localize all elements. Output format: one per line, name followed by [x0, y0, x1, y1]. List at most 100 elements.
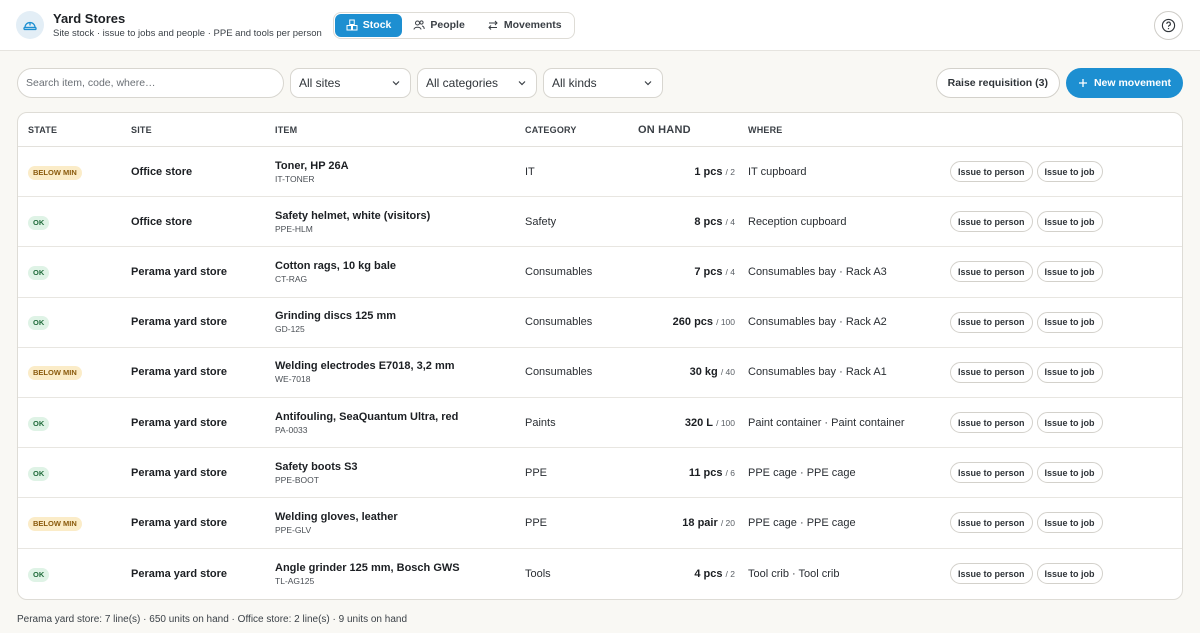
issue-to-job-button[interactable]: Issue to job	[1036, 261, 1103, 283]
site-cell: Perama yard store	[131, 416, 227, 429]
main-tabs: Stock People Movements	[332, 11, 575, 39]
on-hand-cell: 11 pcs / 6	[615, 467, 735, 479]
state-cell: BELOW MIN	[18, 164, 131, 180]
chevron-down-icon	[392, 81, 400, 86]
where-cell: Paint container · Paint container	[748, 416, 905, 429]
new-movement-label: New movement	[1093, 77, 1171, 89]
row-actions: Issue to person Issue to job	[945, 412, 1182, 434]
status-badge: BELOW MIN	[28, 366, 82, 381]
issue-to-job-button[interactable]: Issue to job	[1036, 211, 1103, 233]
issue-to-job-button[interactable]: Issue to job	[1036, 512, 1103, 534]
on-hand-qty: 320 L	[684, 416, 714, 429]
on-hand-qty: 8 pcs	[694, 215, 723, 228]
search-input[interactable]	[17, 68, 284, 98]
issue-to-job-button[interactable]: Issue to job	[1036, 412, 1103, 434]
issue-to-job-button[interactable]: Issue to job	[1036, 462, 1103, 484]
issue-to-person-button[interactable]: Issue to person	[950, 311, 1033, 333]
header-where: WHERE	[748, 124, 783, 135]
question-circle-icon	[1161, 18, 1176, 33]
on-hand-qty: 260 pcs	[672, 316, 714, 329]
table-row: BELOW MIN Perama yard store Welding electr…	[18, 348, 1182, 398]
issue-to-job-button[interactable]: Issue to job	[1036, 361, 1103, 383]
row-actions: Issue to person Issue to job	[945, 512, 1182, 534]
issue-to-job-button[interactable]: Issue to job	[1036, 563, 1103, 585]
tab-people[interactable]: People	[402, 14, 475, 37]
min-level: / 4	[725, 216, 735, 227]
category-cell: Consumables	[525, 366, 593, 379]
on-hand-cell: 18 pair / 20	[615, 517, 735, 529]
item-cell: Toner, HP 26A IT-TONER	[275, 159, 525, 185]
min-level: / 2	[725, 568, 735, 579]
table-row: OK Perama yard store Safety boots S3 PPE-BO…	[18, 448, 1182, 499]
item-code: GD-125	[275, 324, 305, 335]
row-actions: Issue to person Issue to job	[945, 311, 1182, 333]
category-cell: Paints	[525, 416, 556, 429]
item-name: Grinding discs 125 mm	[275, 310, 397, 323]
on-hand-qty: 1 pcs	[694, 165, 723, 178]
row-actions: Issue to person Issue to job	[945, 563, 1182, 585]
issue-to-person-button[interactable]: Issue to person	[950, 512, 1033, 534]
issue-to-person-button[interactable]: Issue to person	[950, 211, 1033, 233]
category-cell: Consumables	[525, 265, 593, 278]
kind-filter-value: All kinds	[552, 76, 597, 90]
where-cell: PPE cage · PPE cage	[748, 466, 856, 479]
item-name: Welding gloves, leather	[275, 510, 398, 523]
issue-to-person-button[interactable]: Issue to person	[950, 462, 1033, 484]
site-cell: Perama yard store	[131, 516, 227, 529]
issue-to-person-button[interactable]: Issue to person	[950, 361, 1033, 383]
item-code: WE-7018	[275, 374, 311, 385]
table-row: OK Perama yard store Antifouling, SeaQuant…	[18, 398, 1182, 449]
where-cell: IT cupboard	[748, 165, 807, 178]
site-filter-select[interactable]: All sites	[290, 68, 411, 98]
new-movement-button[interactable]: New movement	[1065, 68, 1183, 98]
category-filter-select[interactable]: All categories	[417, 68, 537, 98]
state-cell: OK	[18, 566, 131, 582]
issue-to-person-button[interactable]: Issue to person	[950, 412, 1033, 434]
min-level: / 4	[725, 266, 735, 277]
swap-arrows-icon	[488, 20, 498, 30]
where-cell: Consumables bay · Rack A1	[748, 366, 887, 379]
hard-hat-icon	[16, 11, 44, 39]
kind-filter-select[interactable]: All kinds	[543, 68, 663, 98]
header-state: STATE	[28, 124, 58, 135]
state-cell: BELOW MIN	[18, 364, 131, 381]
where-cell: Reception cupboard	[748, 215, 847, 228]
site-cell: Perama yard store	[131, 265, 227, 278]
issue-to-person-button[interactable]: Issue to person	[950, 563, 1033, 585]
min-level: / 20	[720, 517, 735, 528]
item-name: Antifouling, SeaQuantum Ultra, red	[275, 410, 459, 423]
issue-to-job-button[interactable]: Issue to job	[1036, 161, 1103, 183]
min-level: / 100	[716, 317, 735, 328]
app-title: Yard Stores	[53, 10, 126, 26]
boxes-icon	[346, 19, 358, 31]
tab-stock[interactable]: Stock	[334, 13, 403, 37]
row-actions: Issue to person Issue to job	[945, 161, 1182, 183]
site-cell: Perama yard store	[131, 466, 227, 479]
header-on-hand: ON HAND	[638, 123, 691, 136]
table-row: OK Perama yard store Grinding discs 125 mm…	[18, 298, 1182, 348]
app-subtitle: Site stock · issue to jobs and people · …	[53, 27, 322, 39]
site-filter-value: All sites	[299, 76, 341, 90]
issue-to-job-button[interactable]: Issue to job	[1036, 311, 1103, 333]
item-cell: Safety boots S3 PPE-BOOT	[275, 460, 525, 486]
status-badge: BELOW MIN	[28, 516, 82, 531]
on-hand-qty: 7 pcs	[694, 265, 723, 278]
min-level: / 40	[720, 367, 735, 378]
state-cell: OK	[18, 264, 131, 280]
state-cell: OK	[18, 314, 131, 331]
item-code: CT-RAG	[275, 273, 308, 284]
item-name: Welding electrodes E7018, 3,2 mm	[275, 360, 455, 373]
issue-to-person-button[interactable]: Issue to person	[950, 261, 1033, 283]
issue-to-person-button[interactable]: Issue to person	[950, 161, 1033, 183]
raise-requisition-button[interactable]: Raise requisition (3)	[935, 68, 1060, 98]
on-hand-cell: 260 pcs / 100	[615, 316, 735, 328]
status-badge: OK	[28, 316, 50, 331]
help-button[interactable]	[1154, 11, 1183, 40]
on-hand-cell: 4 pcs / 2	[615, 568, 735, 580]
chevron-down-icon	[518, 81, 526, 86]
item-cell: Welding electrodes E7018, 3,2 mm WE-7018	[275, 359, 525, 385]
tab-movements[interactable]: Movements	[476, 14, 573, 37]
where-cell: Consumables bay · Rack A3	[748, 265, 887, 278]
status-badge: OK	[28, 265, 50, 280]
min-level: / 2	[725, 166, 735, 177]
